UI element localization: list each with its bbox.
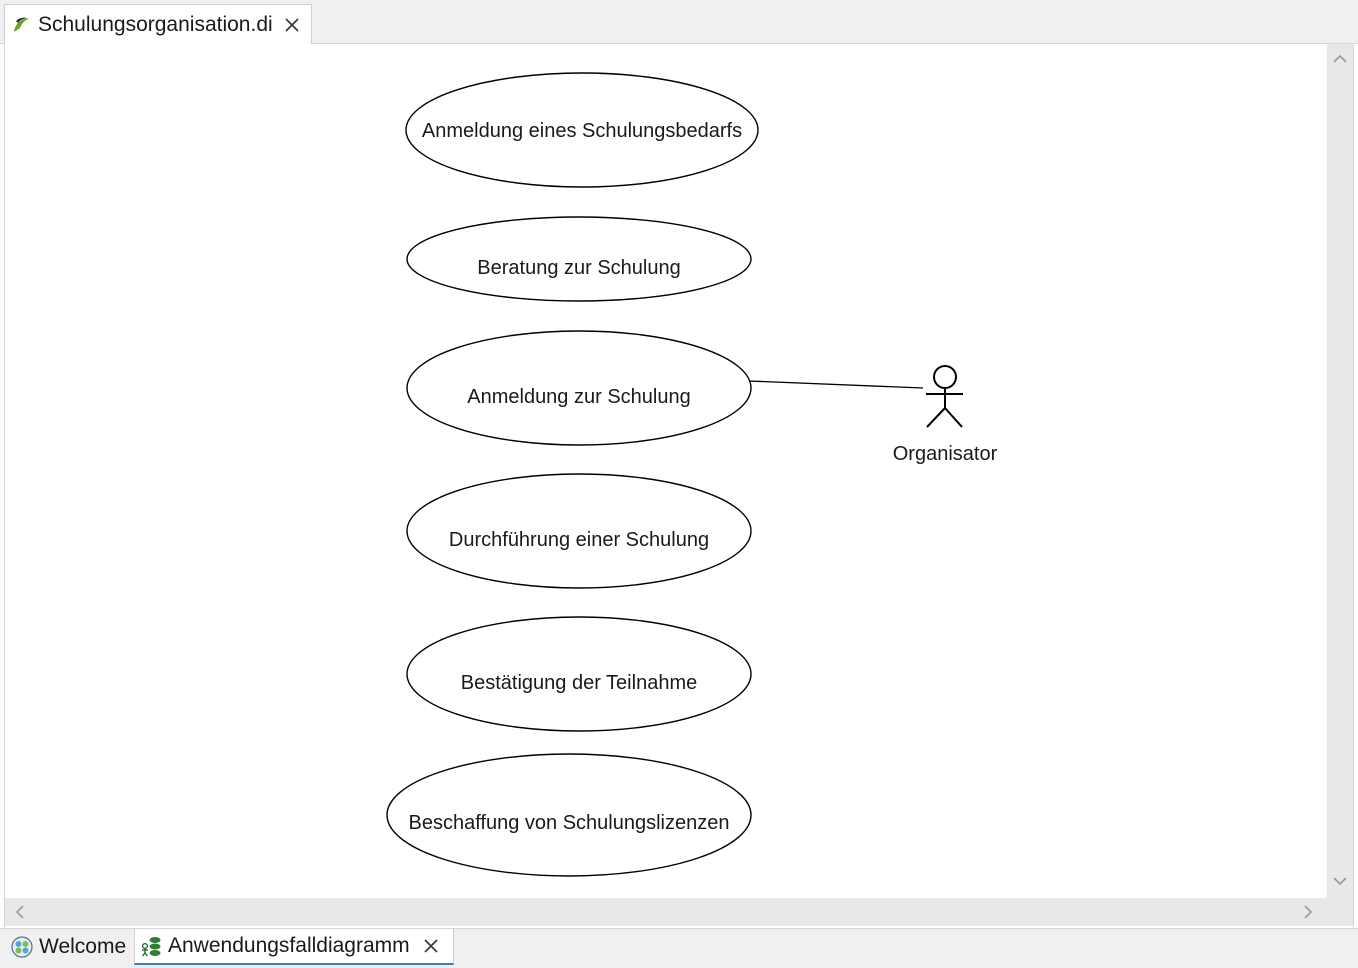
use-case-diagram: Anmeldung eines Schulungsbedarfs Beratun… [386, 72, 998, 877]
welcome-icon [10, 935, 34, 959]
actor-stick-figure-icon [926, 365, 963, 428]
diagram-tab-bar: Welcome Anwendungsfalldiagramm [0, 928, 1358, 968]
tab-anwendungsfalldiagramm[interactable]: Anwendungsfalldiagramm [134, 929, 454, 965]
actor-organisator[interactable]: Organisator [893, 365, 998, 465]
editor-tab-schulungsorganisation[interactable]: Schulungsorganisation.di [4, 4, 312, 45]
vertical-scrollbar[interactable] [1327, 44, 1353, 898]
use-case-anmeldung-schulung[interactable]: Anmeldung zur Schulung [406, 330, 752, 446]
use-case-label: Beratung zur Schulung [477, 257, 680, 279]
horizontal-scrollbar[interactable] [5, 898, 1327, 926]
editor-tab-label: Schulungsorganisation.di [38, 13, 273, 36]
papyrus-editor-window: Schulungsorganisation.di Anmeldung eines… [0, 0, 1358, 968]
chevron-up-icon[interactable] [1327, 46, 1353, 72]
use-case-label: Anmeldung zur Schulung [467, 386, 690, 408]
chevron-left-icon[interactable] [7, 898, 33, 926]
close-icon[interactable] [283, 16, 301, 34]
association-line[interactable] [748, 380, 924, 389]
use-case-durchfuehrung-schulung[interactable]: Durchführung einer Schulung [406, 473, 752, 589]
use-case-beratung-schulung[interactable]: Beratung zur Schulung [406, 216, 752, 302]
chevron-right-icon[interactable] [1295, 898, 1321, 926]
papyrus-model-icon [10, 13, 34, 37]
tab-anwendungsfalldiagramm-label: Anwendungsfalldiagramm [168, 934, 410, 957]
tab-welcome[interactable]: Welcome [6, 929, 134, 965]
close-icon[interactable] [422, 937, 440, 955]
use-case-beschaffung-lizenzen[interactable]: Beschaffung von Schulungslizenzen [386, 753, 752, 877]
use-case-label: Anmeldung eines Schulungsbedarfs [422, 120, 742, 142]
actor-name: Organisator [893, 443, 998, 465]
editor-tab-bar: Schulungsorganisation.di [0, 0, 1358, 45]
use-case-bestaetigung-teilnahme[interactable]: Bestätigung der Teilnahme [406, 616, 752, 732]
use-case-label: Bestätigung der Teilnahme [461, 672, 697, 694]
use-case-label: Durchführung einer Schulung [449, 529, 709, 551]
use-case-diagram-icon [139, 934, 163, 958]
use-case-label: Beschaffung von Schulungslizenzen [409, 812, 730, 834]
chevron-down-icon[interactable] [1327, 868, 1353, 894]
tab-welcome-label: Welcome [39, 935, 127, 958]
use-case-anmeldung-schulungsbedarf[interactable]: Anmeldung eines Schulungsbedarfs [405, 72, 759, 188]
scrollbar-corner [1327, 898, 1353, 926]
diagram-canvas[interactable]: Anmeldung eines Schulungsbedarfs Beratun… [4, 44, 1354, 928]
